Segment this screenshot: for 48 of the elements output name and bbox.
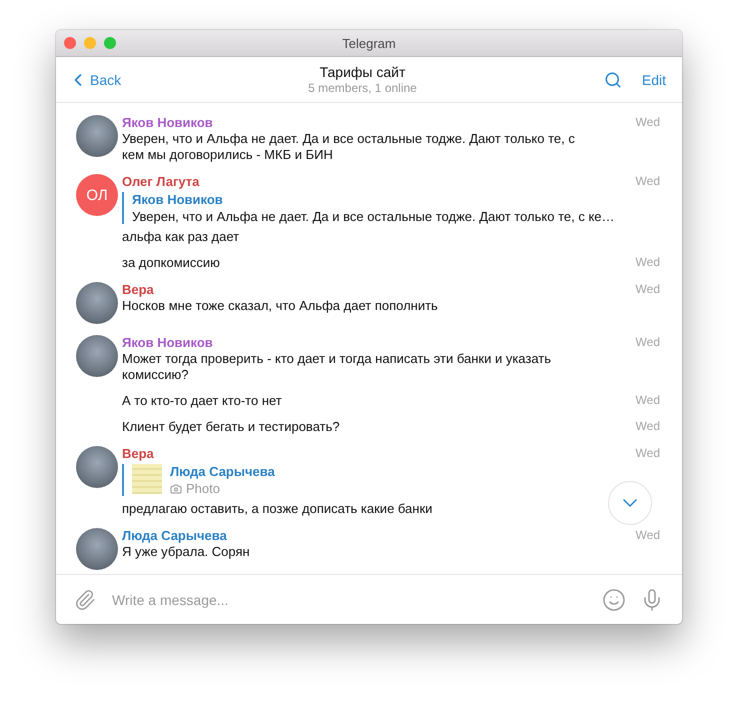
avatar-photo-placeholder (76, 115, 118, 157)
message-time: Wed (636, 335, 660, 351)
emoji-icon[interactable] (602, 588, 626, 612)
reply-author: Люда Сарычева (170, 464, 275, 479)
message-time: Wed (636, 255, 660, 271)
message-time: Wed (636, 393, 660, 409)
chat-subtitle: 5 members, 1 online (308, 81, 417, 95)
avatar-photo-placeholder (76, 446, 118, 488)
message-text: Я уже убрала. Сорян (122, 544, 251, 560)
message-text: А то кто-то дает кто-то нет (122, 393, 283, 409)
avatar-photo-placeholder (76, 528, 118, 570)
avatar-photo-placeholder (76, 282, 118, 324)
reply-text: Уверен, что и Альфа не дает. Да и все остальные тодже. Дают только те, с ке… (132, 209, 615, 224)
search-icon[interactable] (604, 70, 622, 88)
message-time: Wed (636, 528, 660, 544)
edit-button[interactable]: Edit (642, 72, 666, 88)
message-text: за допкомиссию (122, 255, 221, 271)
author-name: Вера (122, 446, 155, 461)
photo-thumbnail (132, 464, 162, 494)
message-text: предлагаю оставить, а позже дописать какие банки (122, 501, 434, 517)
reply-text: Photo (186, 481, 220, 496)
author-name: Люда Сарычева (122, 528, 228, 543)
message-time: Wed (636, 115, 660, 131)
back-button[interactable]: Back (68, 70, 122, 90)
zoom-button[interactable] (104, 37, 116, 49)
reply-quote[interactable]: Люда Сарычева Photo (122, 464, 275, 496)
message-time: Wed (636, 282, 660, 298)
message-text: Носков мне тоже сказал, что Альфа дает пополнить (122, 298, 439, 314)
message-time: Wed (636, 174, 660, 190)
message-time: Wed (636, 446, 660, 462)
message-time: Wed (636, 419, 660, 435)
avatar: ОЛ (76, 174, 118, 216)
close-button[interactable] (64, 37, 76, 49)
author-name: Яков Новиков (122, 335, 214, 350)
message-text: Уверен, что и Альфа не дает. Да и все остальные тодже. Дают только те, с кем мы договорились - МКБ и БИН (122, 131, 576, 163)
author-name: Вера (122, 282, 155, 297)
reply-quote[interactable]: Яков Новиков Уверен, что и Альфа не дает. Да и все остальные тодже. Дают только те, с ке… (122, 192, 615, 224)
message-text: Может тогда проверить - кто дает и тогда написать эти банки и указать комиссию? (122, 351, 552, 383)
window-title: Telegram (342, 36, 396, 50)
message-text: Клиент будет бегать и тестировать? (122, 419, 341, 435)
reply-author: Яков Новиков (132, 192, 224, 207)
author-name: Олег Лагута (122, 174, 200, 189)
chat-title: Тарифы сайт (320, 64, 406, 80)
avatar-photo-placeholder (76, 335, 118, 377)
author-name: Яков Новиков (122, 115, 214, 130)
paperclip-icon[interactable] (74, 588, 96, 610)
camera-icon (170, 482, 182, 494)
message-text: альфа как раз дает (122, 229, 240, 245)
